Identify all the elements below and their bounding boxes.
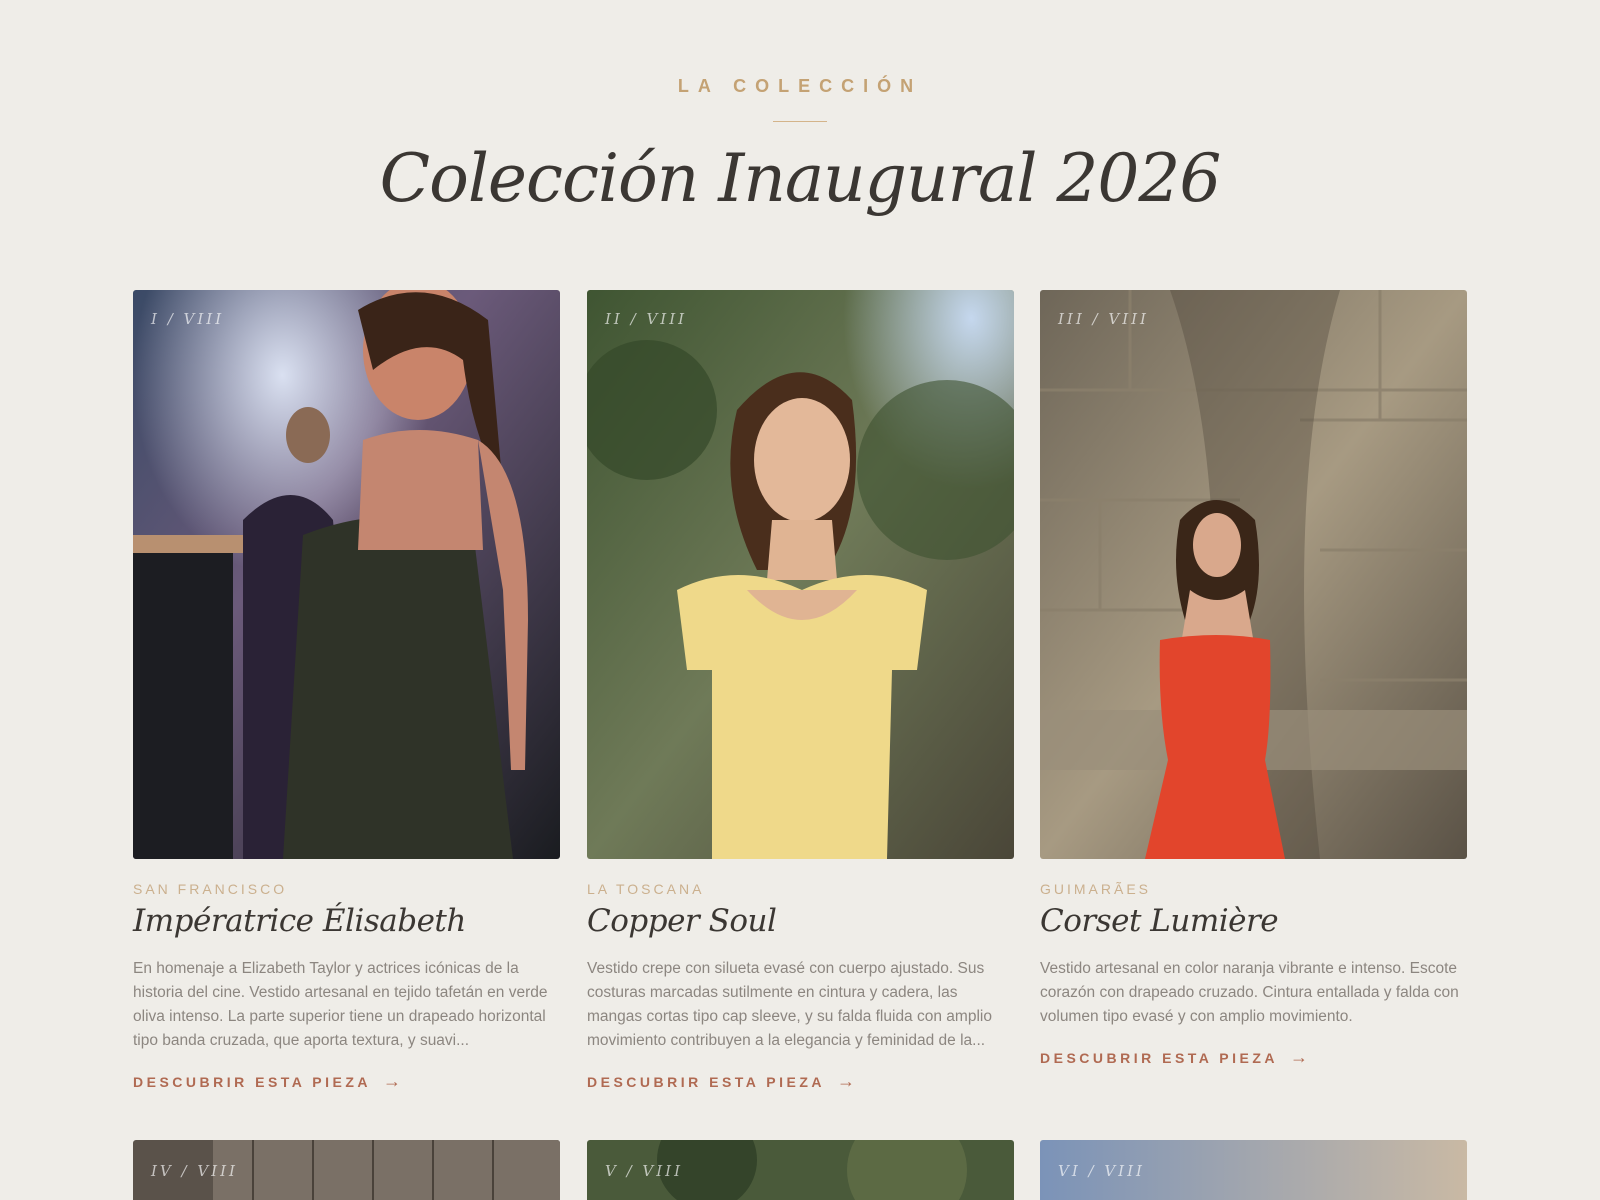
collection-card-partial[interactable]: VI / VIII bbox=[1040, 1140, 1467, 1200]
collection-card[interactable]: I / VIII SAN FRANCISCO Impératrice Élisa… bbox=[133, 290, 560, 1092]
card-location: LA TOSCANA bbox=[587, 881, 705, 897]
card-index: IV / VIII bbox=[151, 1162, 238, 1180]
collection-card-partial[interactable]: IV / VIII bbox=[133, 1140, 560, 1200]
arrow-right-icon: → bbox=[383, 1071, 402, 1091]
arrow-right-icon: → bbox=[1290, 1047, 1309, 1067]
collection-card[interactable]: III / VIII GUIMARÃES Corset Lumière Vest… bbox=[1040, 290, 1467, 1068]
card-description: Vestido crepe con silueta evasé con cuer… bbox=[587, 960, 992, 1049]
cta-label: DESCUBRIR ESTA PIEZA bbox=[133, 1073, 372, 1090]
eyebrow-divider bbox=[773, 121, 827, 122]
card-location: GUIMARÃES bbox=[1040, 881, 1152, 897]
section-title: Colección Inaugural 2026 bbox=[379, 140, 1222, 217]
card-photo[interactable]: I / VIII bbox=[133, 290, 560, 859]
card-photo[interactable]: III / VIII bbox=[1040, 290, 1467, 859]
card-index: VI / VIII bbox=[1058, 1162, 1145, 1180]
discover-piece-link[interactable]: DESCUBRIR ESTA PIEZA → bbox=[1040, 1047, 1308, 1068]
card-photo-image bbox=[133, 290, 560, 859]
cta-label: DESCUBRIR ESTA PIEZA bbox=[1040, 1049, 1279, 1066]
card-description: Vestido artesanal en color naranja vibra… bbox=[1040, 960, 1459, 1025]
card-title[interactable]: Copper Soul bbox=[587, 903, 1014, 939]
card-photo-image bbox=[587, 290, 1014, 859]
card-index: III / VIII bbox=[1058, 310, 1149, 328]
card-photo-image bbox=[1040, 290, 1467, 859]
card-description: En homenaje a Elizabeth Taylor y actrice… bbox=[133, 960, 548, 1049]
card-index: V / VIII bbox=[605, 1162, 684, 1180]
discover-piece-link[interactable]: DESCUBRIR ESTA PIEZA → bbox=[587, 1071, 855, 1092]
collection-card-partial[interactable]: V / VIII bbox=[587, 1140, 1014, 1200]
card-index: II / VIII bbox=[605, 310, 688, 328]
arrow-right-icon: → bbox=[837, 1071, 856, 1091]
card-photo[interactable]: II / VIII bbox=[587, 290, 1014, 859]
card-title[interactable]: Corset Lumière bbox=[1040, 903, 1467, 939]
cta-label: DESCUBRIR ESTA PIEZA bbox=[587, 1073, 826, 1090]
section-eyebrow: LA COLECCIÓN bbox=[677, 76, 923, 96]
collection-card[interactable]: II / VIII LA TOSCANA Copper Soul Vestido… bbox=[587, 290, 1014, 1092]
discover-piece-link[interactable]: DESCUBRIR ESTA PIEZA → bbox=[133, 1071, 401, 1092]
card-title[interactable]: Impératrice Élisabeth bbox=[133, 903, 560, 939]
card-location: SAN FRANCISCO bbox=[133, 881, 288, 897]
card-index: I / VIII bbox=[151, 310, 225, 328]
